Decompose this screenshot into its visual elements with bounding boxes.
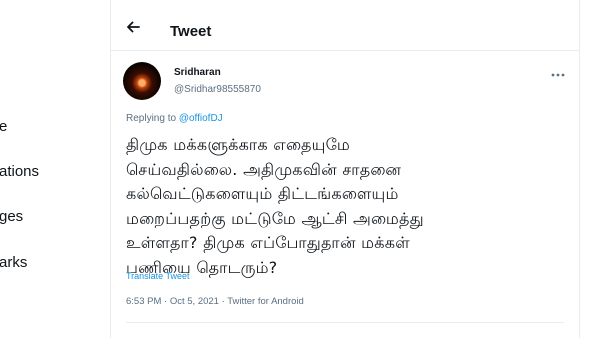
nav-item-bookmarks[interactable]: arks xyxy=(0,254,27,271)
tweet-text-line: மறைப்பதற்கு மட்டுமே ஆட்சி அமைத்து xyxy=(126,208,424,228)
tweet-text-line: செய்வதில்லை. அதிமுகவின் சாதனை xyxy=(126,159,402,179)
replying-mention-link[interactable]: @offiofDJ xyxy=(179,113,223,124)
tweet-time[interactable]: 6:53 PM xyxy=(126,296,161,307)
tweet-source[interactable]: Twitter for Android xyxy=(227,296,304,307)
meta-separator: · xyxy=(164,296,168,307)
replying-to: Replying to @offiofDJ xyxy=(126,113,223,124)
translate-tweet-link[interactable]: Translate Tweet xyxy=(126,271,190,281)
tweet-text-line: திமுக மக்களுக்காக எதையுமே xyxy=(126,135,350,154)
replying-prefix: Replying to xyxy=(126,113,177,124)
left-navigation: e ations ges arks xyxy=(0,0,111,338)
nav-item-home[interactable]: e xyxy=(0,118,7,135)
author-handle[interactable]: @Sridhar98555870 xyxy=(174,84,261,95)
tweet-text: திமுக மக்களுக்காக எதையுமே செய்வதில்லை. அத… xyxy=(126,133,546,280)
author-name[interactable]: Sridharan xyxy=(174,67,221,78)
tweet-text-line: உள்ளதா? திமுக எப்போதுதான் மக்கள் xyxy=(126,233,410,252)
meta-separator: · xyxy=(221,296,225,307)
back-arrow-icon[interactable] xyxy=(125,19,141,35)
tweet-meta: 6:53 PM · Oct 5, 2021 · Twitter for Andr… xyxy=(126,296,304,307)
nav-item-notifications[interactable]: ations xyxy=(0,163,39,180)
nav-item-messages[interactable]: ges xyxy=(0,208,23,225)
more-options-icon[interactable] xyxy=(551,66,565,80)
tweet-text-line: கல்வெட்டுகளையும் திட்டங்களையும் xyxy=(126,184,399,203)
right-margin xyxy=(580,0,600,338)
tweet-date[interactable]: Oct 5, 2021 xyxy=(170,296,219,307)
page-header: Tweet xyxy=(111,0,579,51)
page-title: Tweet xyxy=(170,23,212,40)
tweet-column: Tweet Sridharan @Sridhar98555870 Replyin… xyxy=(111,0,580,338)
avatar[interactable] xyxy=(123,62,161,100)
divider xyxy=(126,322,564,323)
